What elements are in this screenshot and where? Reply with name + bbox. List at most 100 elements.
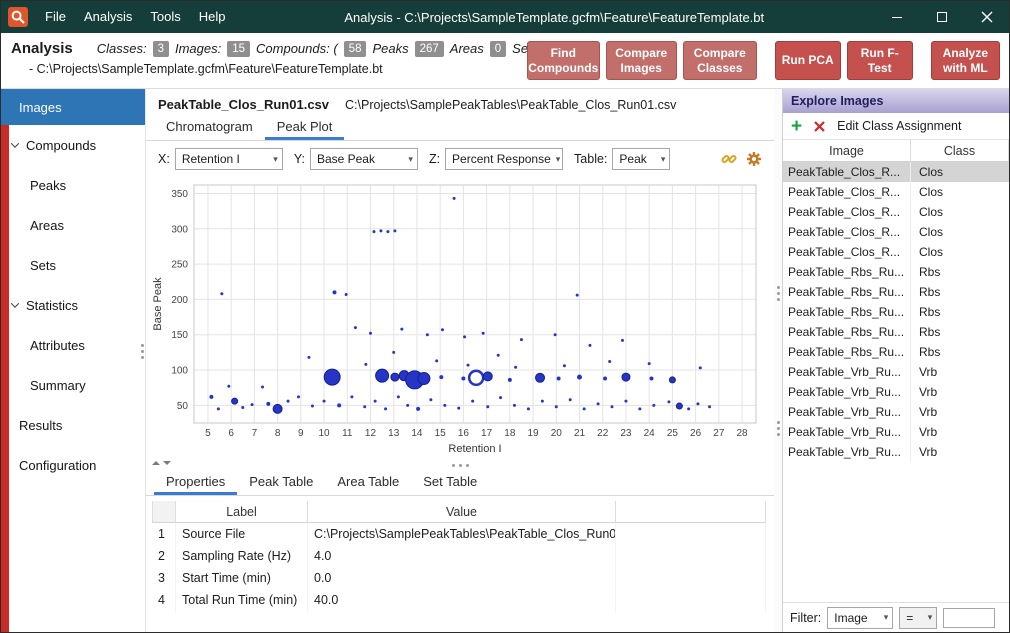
image-row[interactable]: PeakTable_Rbs_Ru...Rbs [783,302,1009,322]
data-point [513,404,516,407]
compare-classes-button[interactable]: Compare Classes [683,41,757,80]
tab-set-table[interactable]: Set Table [411,470,489,495]
image-row[interactable]: PeakTable_Rbs_Ru...Rbs [783,322,1009,342]
minimize-button[interactable] [874,1,919,33]
filter-field-select[interactable]: Image ▾ [827,607,893,629]
property-row[interactable]: 4Total Run Time (min)40.0 [152,589,766,611]
peak-plot[interactable]: 5010015020025030035056789101112131415161… [150,177,766,457]
settings-gear-icon[interactable] [744,149,764,169]
image-row[interactable]: PeakTable_Clos_R...Clos [783,242,1009,262]
sidebar-item-configuration[interactable]: Configuration [1,445,145,485]
stat-label: Compounds: ( [256,41,338,56]
stat-label: Areas [450,41,484,56]
x-axis-select[interactable]: Retention I ▾ [175,148,283,170]
sidebar-item-areas[interactable]: Areas [1,205,145,245]
image-row[interactable]: PeakTable_Clos_R...Clos [783,202,1009,222]
maximize-button[interactable] [919,1,964,33]
image-row[interactable]: PeakTable_Rbs_Ru...Rbs [783,262,1009,282]
collapse-expand-icon[interactable] [152,461,171,465]
property-label: Source File [176,523,308,545]
add-image-icon[interactable]: + [791,117,802,136]
panel-splitter[interactable] [774,89,782,632]
image-row[interactable]: PeakTable_Rbs_Ru...Rbs [783,342,1009,362]
image-row[interactable]: PeakTable_Vrb_Ru...Vrb [783,422,1009,442]
data-point [648,362,651,365]
image-row[interactable]: PeakTable_Vrb_Ru...Vrb [783,382,1009,402]
image-row[interactable]: PeakTable_Vrb_Ru...Vrb [783,442,1009,462]
sidebar-item-compounds[interactable]: Compounds [1,125,145,165]
menu-file[interactable]: File [36,1,75,33]
find-compounds-button[interactable]: Find Compounds [527,41,600,80]
data-point [483,372,492,381]
data-point [337,403,341,407]
run-f-test-button[interactable]: Run F-Test [847,41,913,80]
chevron-down-icon[interactable] [11,299,19,307]
image-row[interactable]: PeakTable_Clos_R...Clos [783,162,1009,182]
sidebar-item-results[interactable]: Results [1,405,145,445]
accent-strip [1,89,9,632]
analyze-with-ml-button[interactable]: Analyze with ML [931,41,1000,80]
sidebar-item-label: Images [19,100,62,115]
tab-peak-table[interactable]: Peak Table [237,470,325,495]
tab-area-table[interactable]: Area Table [325,470,411,495]
count-badge: 3 [153,41,169,57]
z-axis-select[interactable]: Percent Response ▾ [445,148,563,170]
table-select[interactable]: Peak ▾ [612,148,670,170]
compare-images-button[interactable]: Compare Images [606,41,677,80]
image-name: PeakTable_Clos_R... [783,222,911,242]
svg-text:17: 17 [481,428,493,439]
column-header-label[interactable]: Label [176,501,308,523]
column-header-image[interactable]: Image [783,140,911,161]
column-header-class[interactable]: Class [911,140,1009,161]
svg-text:100: 100 [171,366,188,377]
menu-help[interactable]: Help [190,1,235,33]
explore-images-title: Explore Images [783,89,1009,113]
property-row[interactable]: 2Sampling Rate (Hz)4.0 [152,545,766,567]
sidebar-splitter-handle[interactable] [141,344,144,359]
filter-value-input[interactable] [943,608,995,628]
edit-class-assignment-button[interactable]: Edit Class Assignment [837,119,961,133]
sidebar-item-attributes[interactable]: Attributes [1,325,145,365]
image-row[interactable]: PeakTable_Clos_R...Clos [783,182,1009,202]
remove-image-icon[interactable] [814,121,825,132]
sidebar-item-sets[interactable]: Sets [1,245,145,285]
file-path: C:\Projects\SamplePeakTables\PeakTable_C… [345,98,676,112]
sidebar-item-label: Configuration [19,458,96,473]
data-point [597,402,600,405]
splitter-handle[interactable] [452,464,469,467]
splitter-handle[interactable] [777,286,780,301]
tab-properties[interactable]: Properties [154,470,237,495]
data-point [397,395,400,398]
image-row[interactable]: PeakTable_Vrb_Ru...Vrb [783,362,1009,382]
sidebar-item-images[interactable]: Images [1,89,145,125]
empty-cell [616,589,766,611]
y-axis-select[interactable]: Base Peak ▾ [310,148,418,170]
image-row[interactable]: PeakTable_Rbs_Ru...Rbs [783,282,1009,302]
chevron-down-icon: ▾ [928,613,933,622]
count-badge: 267 [415,41,444,57]
svg-text:250: 250 [171,260,188,271]
property-row[interactable]: 1Source FileC:\Projects\SamplePeakTables… [152,523,766,545]
menu-analysis[interactable]: Analysis [75,1,141,33]
tab-chromatogram[interactable]: Chromatogram [154,115,265,140]
sidebar-item-peaks[interactable]: Peaks [1,165,145,205]
run-pca-button[interactable]: Run PCA [775,41,841,80]
column-header-value[interactable]: Value [308,501,616,523]
tab-peak-plot[interactable]: Peak Plot [265,115,345,140]
horizontal-splitter[interactable] [146,460,774,470]
sidebar-item-summary[interactable]: Summary [1,365,145,405]
chevron-down-icon[interactable] [11,139,19,147]
svg-text:8: 8 [275,428,281,439]
image-row[interactable]: PeakTable_Clos_R...Clos [783,222,1009,242]
property-row[interactable]: 3Start Time (min)0.0 [152,567,766,589]
data-point [416,407,420,411]
image-row[interactable]: PeakTable_Vrb_Ru...Vrb [783,402,1009,422]
filter-operator-select[interactable]: = ▾ [899,607,937,629]
menu-tools[interactable]: Tools [141,1,189,33]
svg-text:6: 6 [228,428,234,439]
data-point [497,354,500,357]
link-icon[interactable] [719,149,739,169]
close-button[interactable] [964,1,1009,33]
sidebar-item-statistics[interactable]: Statistics [1,285,145,325]
splitter-handle[interactable] [777,421,780,436]
